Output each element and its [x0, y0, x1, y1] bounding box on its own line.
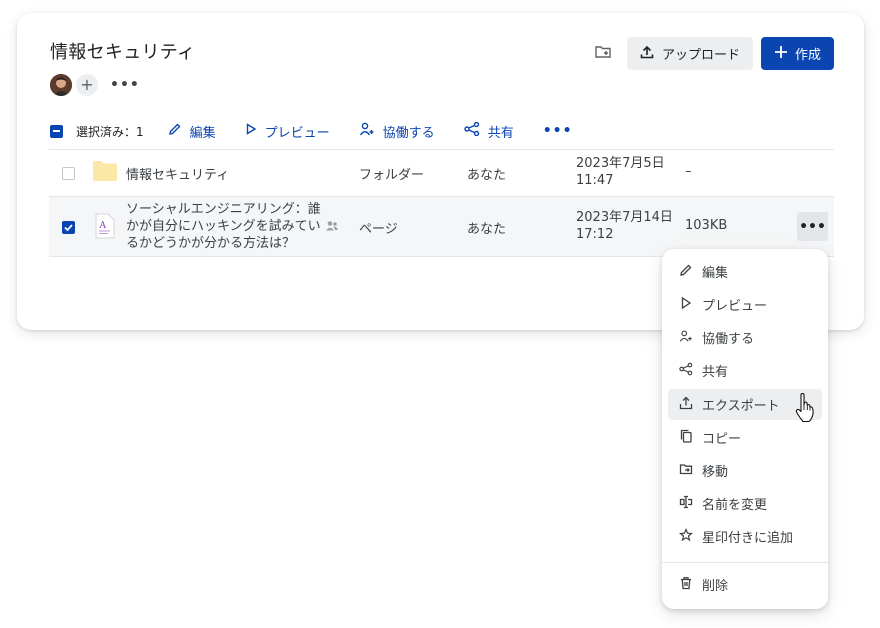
upload-button[interactable]: アップロード [626, 37, 753, 70]
member-avatars: + ••• [50, 74, 140, 96]
toolbar-collaborate-label: 協働する [382, 125, 435, 141]
selected-count: 選択済み：1 [76, 124, 144, 139]
menu-item-label: コピー [702, 432, 742, 447]
menu-item-label: 編集 [702, 266, 729, 281]
file-date-day: 2023年7月14日 [576, 210, 673, 225]
file-owner: あなた [467, 222, 507, 237]
move-folder-icon [679, 462, 702, 480]
toolbar-share-button[interactable]: 共有 [463, 121, 514, 141]
file-name-line: ソーシャルエンジニアリング：誰 [126, 202, 321, 217]
new-folder-button[interactable] [587, 38, 619, 70]
menu-item-delete[interactable]: 削除 [668, 569, 822, 600]
menu-divider [662, 562, 828, 563]
new-folder-icon [594, 43, 612, 65]
pencil-icon [168, 122, 190, 140]
file-name[interactable]: 情報セキュリティ [126, 164, 229, 183]
menu-item-label: 協働する [702, 332, 755, 347]
menu-item-edit[interactable]: 編集 [668, 256, 822, 287]
add-user-icon [679, 329, 702, 347]
file-table: 情報セキュリティ フォルダー あなた 2023年7月5日 11:47 – A ソ… [49, 149, 834, 257]
menu-item-collaborate[interactable]: 協働する [668, 322, 822, 353]
menu-item-label: 削除 [702, 579, 729, 594]
toolbar-collaborate-button[interactable]: 協働する [359, 122, 435, 141]
play-outline-icon [245, 123, 265, 139]
selection-toolbar: 選択済み：1 編集 プレビュー 協働する 共有 ••• [50, 118, 573, 144]
share-icon [463, 121, 488, 140]
toolbar-share-label: 共有 [487, 125, 514, 141]
header-actions: アップロード 作成 [587, 37, 834, 70]
toolbar-preview-button[interactable]: プレビュー [245, 122, 330, 141]
menu-item-label: 星印付きに追加 [702, 531, 794, 546]
file-type: フォルダー [359, 168, 425, 183]
svg-text:A: A [99, 221, 107, 231]
folder-icon [92, 160, 118, 186]
hand-cursor-icon [795, 392, 815, 427]
trash-icon [679, 576, 702, 594]
pencil-icon [679, 263, 702, 281]
file-date-day: 2023年7月5日 [576, 156, 665, 171]
row-checkbox[interactable] [62, 221, 75, 234]
page-title: 情報セキュリティ [50, 42, 196, 63]
file-date-time: 17:12 [576, 227, 614, 242]
menu-item-label: プレビュー [702, 299, 768, 314]
export-icon [679, 396, 702, 414]
shared-users-icon [325, 220, 339, 236]
file-date: 2023年7月5日 11:47 [576, 155, 665, 189]
row-checkbox[interactable] [62, 167, 75, 180]
menu-item-preview[interactable]: プレビュー [668, 289, 822, 320]
plus-icon [774, 45, 795, 63]
copy-icon [679, 429, 702, 447]
file-type: ページ [359, 222, 398, 237]
rename-icon [679, 495, 702, 513]
select-all-checkbox[interactable] [50, 124, 63, 138]
file-name-line: るかどうかが分かる方法は？ [126, 236, 296, 251]
share-icon [679, 362, 702, 380]
menu-item-label: 共有 [702, 365, 729, 380]
file-owner: あなた [467, 168, 507, 183]
toolbar-edit-button[interactable]: 編集 [168, 122, 216, 141]
file-date-time: 11:47 [576, 173, 614, 188]
menu-item-label: エクスポート [702, 399, 780, 414]
context-menu: 編集 プレビュー 協働する 共有 エクスポート コピー 移動 名前を変更 星印付… [662, 249, 828, 609]
create-button[interactable]: 作成 [760, 37, 834, 70]
play-outline-icon [679, 296, 702, 314]
table-row[interactable]: 情報セキュリティ フォルダー あなた 2023年7月5日 11:47 – [49, 149, 834, 196]
avatar[interactable] [50, 74, 72, 96]
star-icon [678, 527, 702, 546]
add-member-button[interactable]: + [76, 74, 98, 96]
create-label: 作成 [794, 48, 821, 63]
page-doc-icon: A [95, 213, 115, 243]
file-size: – [685, 164, 692, 179]
menu-item-rename[interactable]: 名前を変更 [668, 488, 822, 519]
file-name[interactable]: ソーシャルエンジニアリング：誰 かが自分にハッキングを試みてい るかどうかが分か… [126, 201, 326, 252]
file-date: 2023年7月14日 17:12 [576, 209, 673, 243]
toolbar-edit-label: 編集 [189, 125, 216, 141]
table-row[interactable]: A ソーシャルエンジニアリング：誰 かが自分にハッキングを試みてい るかどうかが… [49, 196, 834, 257]
menu-item-move[interactable]: 移動 [668, 455, 822, 486]
file-size: 103KB [685, 218, 728, 233]
toolbar-more-button[interactable]: ••• [543, 123, 573, 139]
upload-label: アップロード [661, 48, 740, 63]
menu-item-share[interactable]: 共有 [668, 355, 822, 386]
add-user-icon [359, 122, 383, 140]
toolbar-preview-label: プレビュー [264, 125, 330, 141]
members-more-button[interactable]: ••• [110, 77, 140, 93]
upload-icon [640, 45, 662, 63]
menu-item-label: 移動 [702, 465, 729, 480]
row-more-button[interactable]: ••• [797, 212, 828, 241]
menu-item-star[interactable]: 星印付きに追加 [668, 521, 822, 552]
menu-item-label: 名前を変更 [702, 498, 768, 513]
file-name-line: かが自分にハッキングを試みてい [126, 219, 321, 234]
